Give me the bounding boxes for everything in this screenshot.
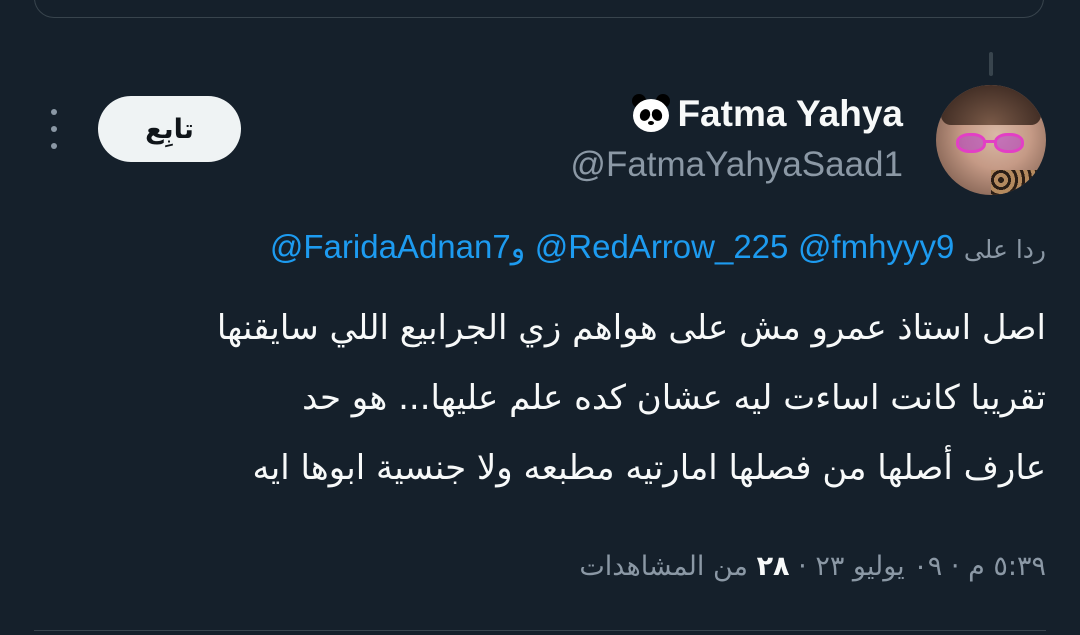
- author-name-row[interactable]: Fatma Yahya: [629, 92, 903, 136]
- tweet-body-line: عارف أصلها من فصلها امارتيه مطبعه ولا جن…: [252, 448, 1047, 488]
- meta-separator: ·: [798, 551, 807, 582]
- follow-button[interactable]: تابِع: [98, 96, 241, 162]
- views-label: من المشاهدات: [579, 551, 748, 582]
- tweet-body-line: تقريبا كانت اساءت ليه عشان كده علم عليها…: [302, 378, 1046, 418]
- reply-conjunction: و: [510, 231, 526, 266]
- author-handle[interactable]: @FatmaYahyaSaad1: [570, 145, 903, 185]
- avatar-lens-left: [956, 133, 986, 153]
- avatar-glasses: [956, 133, 1026, 153]
- divider: [34, 630, 1046, 631]
- reply-context: ردا على @fmhyyy9 @RedArrow_225 و@FaridaA…: [270, 225, 1046, 272]
- meta-separator: ·: [950, 551, 960, 582]
- avatar-lens-right: [994, 133, 1024, 153]
- thread-connector-line: [989, 52, 993, 76]
- avatar-hair: [941, 85, 1041, 125]
- tweet-body: اصل استاذ عمرو مش على هواهم زي الجرابيع …: [36, 293, 1046, 503]
- tweet-meta: ٥:٣٩ م · ٠٩ يوليو ٢٣ · ٢٨ من المشاهدات: [579, 545, 1046, 589]
- tweet-time[interactable]: ٥:٣٩ م: [968, 551, 1046, 582]
- previous-tweet-card[interactable]: [34, 0, 1044, 18]
- panda-face-icon: [629, 92, 673, 136]
- reply-mention[interactable]: @FaridaAdnan7: [270, 228, 511, 265]
- more-options-icon[interactable]: [44, 109, 64, 149]
- tweet-date[interactable]: ٠٩ يوليو ٢٣: [815, 551, 942, 582]
- reply-mention[interactable]: @fmhyyy9: [798, 228, 954, 265]
- author-display-name[interactable]: Fatma Yahya: [677, 93, 903, 135]
- reply-mention[interactable]: @RedArrow_225: [535, 228, 789, 265]
- reply-prefix: ردا على: [963, 235, 1046, 264]
- avatar[interactable]: [936, 85, 1046, 195]
- tweet-body-line: اصل استاذ عمرو مش على هواهم زي الجرابيع …: [216, 308, 1046, 348]
- avatar-clothing: [991, 170, 1046, 195]
- views-count[interactable]: ٢٨: [757, 551, 790, 582]
